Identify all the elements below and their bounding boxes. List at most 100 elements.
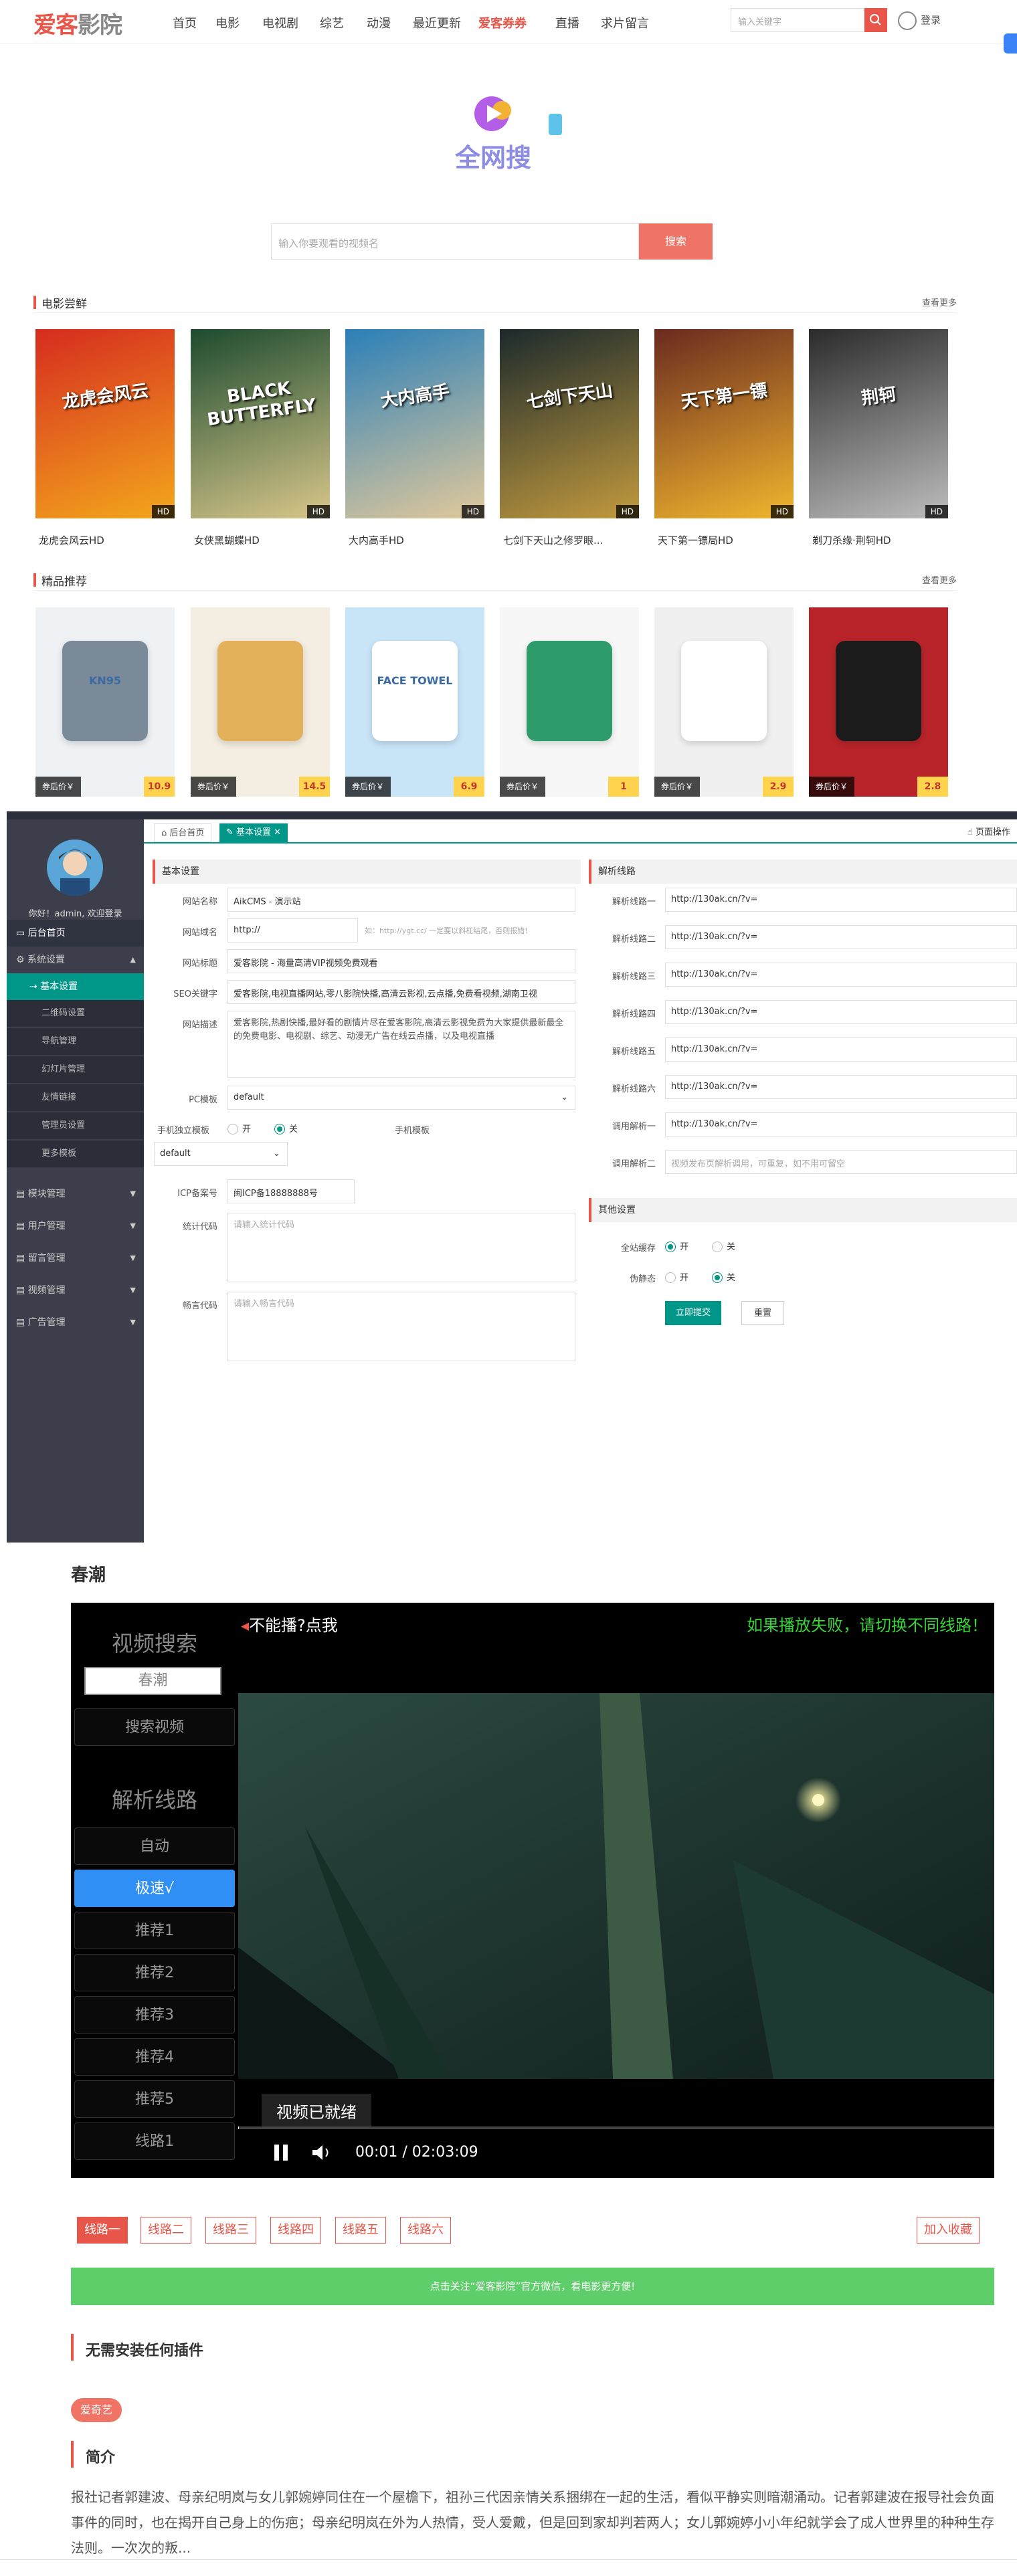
line-button[interactable]: 线路四: [270, 2217, 321, 2244]
wechat-notice-bar[interactable]: 点击关注“爱客影院”官方微信，看电影更方便!: [71, 2268, 994, 2305]
site-title-field[interactable]: 爱客影院 - 海量高清VIP视频免费观看: [227, 949, 575, 973]
parse-line-field[interactable]: http://130ak.cn/?v=: [665, 888, 1017, 912]
icp-field[interactable]: 闽ICP备18888888号: [227, 1179, 355, 1203]
parse-line-field[interactable]: http://130ak.cn/?v=: [665, 925, 1017, 949]
nav-item[interactable]: 动漫: [367, 14, 391, 31]
cant-play-link[interactable]: ◂不能播?点我: [241, 1612, 338, 1636]
sidebar-group[interactable]: ▤ 视频管理 ▼: [7, 1277, 144, 1304]
video-search-button[interactable]: 搜索: [639, 223, 713, 260]
reset-button[interactable]: 重置: [741, 1301, 785, 1325]
video-search-input[interactable]: 输入你要观看的视频名: [271, 223, 639, 260]
movie-poster[interactable]: 荆轲 HD: [809, 329, 948, 518]
nav-item[interactable]: 直播: [555, 14, 579, 31]
sidebar-item-system[interactable]: ⚙ 系统设置 ▲: [7, 947, 144, 973]
desc-field[interactable]: 爱客影院,热剧快播,最好看的剧情片尽在爱客影院,高清云影视免费为大家提供最新最全…: [227, 1011, 575, 1078]
login-link[interactable]: 登录: [898, 8, 941, 32]
site-name-field[interactable]: AikCMS - 演示站: [227, 888, 575, 912]
side-float-tab[interactable]: [1004, 33, 1017, 54]
sidebar-subitem[interactable]: 友情链接: [7, 1084, 144, 1111]
sidebar-group[interactable]: ▤ 留言管理 ▼: [7, 1245, 144, 1272]
movie-poster[interactable]: BLACK BUTTERFLY HD: [191, 329, 330, 518]
parse-line-option[interactable]: 推荐3: [74, 1996, 235, 2034]
movie-poster[interactable]: 大内高手 HD: [345, 329, 484, 518]
nav-item[interactable]: 综艺: [320, 14, 344, 31]
tab-basic-settings[interactable]: ✎ 基本设置 ✕: [219, 823, 288, 842]
product-card[interactable]: 券后价￥ 2.9: [654, 607, 794, 797]
product-card[interactable]: KN95 券后价￥ 10.9: [35, 607, 175, 797]
header-search-button[interactable]: [864, 8, 887, 32]
page-operations[interactable]: ☝ 页面操作: [967, 823, 1010, 842]
nav-item[interactable]: 电影: [215, 14, 240, 31]
mobile-radio-off[interactable]: 关: [274, 1122, 298, 1136]
movie-title[interactable]: 龙虎会风云HD: [39, 533, 104, 547]
pc-tpl-select[interactable]: default ⌄: [227, 1086, 575, 1110]
source-tag[interactable]: 爱奇艺: [71, 2398, 122, 2422]
header-search-input[interactable]: 输入关键字: [731, 8, 864, 32]
parse-line-option[interactable]: 线路1: [74, 2122, 235, 2160]
nav-item[interactable]: 爱客券券: [478, 14, 527, 31]
pause-icon[interactable]: [272, 2143, 292, 2163]
parse-line-field[interactable]: 视频发布页解析调用，可重复，如不用可留空: [665, 1150, 1017, 1174]
close-icon[interactable]: ✕: [271, 827, 281, 837]
movie-poster[interactable]: 七剑下天山 HD: [500, 329, 639, 518]
movie-title[interactable]: 剃刀杀缘·荆轲HD: [812, 533, 891, 547]
cache-radio-off[interactable]: 关: [712, 1240, 735, 1254]
line-button[interactable]: 线路一: [77, 2217, 128, 2244]
line-button[interactable]: 线路六: [400, 2217, 451, 2244]
sidebar-subitem[interactable]: 二维码设置: [7, 1000, 144, 1027]
nav-item[interactable]: 电视剧: [262, 14, 298, 31]
parse-line-field[interactable]: http://130ak.cn/?v=: [665, 963, 1017, 987]
panel-search-input[interactable]: 春潮: [84, 1667, 221, 1695]
sidebar-subitem[interactable]: 导航管理: [7, 1028, 144, 1055]
sidebar-subitem[interactable]: 更多模板: [7, 1141, 144, 1167]
pseudo-radio-off[interactable]: 关: [712, 1270, 735, 1284]
nav-item[interactable]: 最近更新: [413, 14, 461, 31]
sidebar-item-home[interactable]: ▭ 后台首页: [7, 920, 144, 947]
products-more-link[interactable]: 查看更多: [922, 573, 957, 586]
volume-icon[interactable]: [310, 2143, 333, 2163]
nav-item[interactable]: 首页: [173, 14, 197, 31]
parse-line-option[interactable]: 推荐1: [74, 1912, 235, 1949]
sidebar-item-basic[interactable]: ⇢ 基本设置: [7, 973, 144, 1000]
mobile-tpl-select[interactable]: default ⌄: [154, 1142, 288, 1166]
nav-item[interactable]: 求片留言: [601, 14, 649, 31]
product-card[interactable]: FACE TOWEL 券后价￥ 6.9: [345, 607, 484, 797]
line-button[interactable]: 线路三: [205, 2217, 256, 2244]
site-logo[interactable]: 爱客影院: [33, 7, 122, 39]
parse-line-field[interactable]: http://130ak.cn/?v=: [665, 1000, 1017, 1024]
sidebar-group[interactable]: ▤ 广告管理 ▼: [7, 1309, 144, 1336]
parse-line-field[interactable]: http://130ak.cn/?v=: [665, 1075, 1017, 1099]
movie-title[interactable]: 七剑下天山之修罗眼...: [503, 533, 603, 547]
video-player[interactable]: ◂不能播?点我 如果播放失败，请切换不同线路！ 视频已就绪 00:01 / 02…: [238, 1603, 994, 2178]
parse-line-field[interactable]: http://130ak.cn/?v=: [665, 1037, 1017, 1062]
panel-search-button[interactable]: 搜索视频: [74, 1708, 235, 1746]
site-url-field[interactable]: http://: [227, 918, 358, 943]
parse-line-option[interactable]: 推荐5: [74, 2080, 235, 2118]
parse-line-option[interactable]: 自动: [74, 1827, 235, 1865]
movie-title[interactable]: 天下第一镖局HD: [658, 533, 733, 547]
parse-line-option[interactable]: 推荐4: [74, 2038, 235, 2076]
movie-title[interactable]: 女侠黑蝴蝶HD: [194, 533, 260, 547]
sidebar-subitem[interactable]: 幻灯片管理: [7, 1056, 144, 1083]
product-card[interactable]: 券后价￥ 2.8: [809, 607, 948, 797]
parse-line-option[interactable]: 极速√: [74, 1870, 235, 1907]
parse-line-option[interactable]: 推荐2: [74, 1954, 235, 1991]
line-button[interactable]: 线路二: [141, 2217, 191, 2244]
sidebar-group[interactable]: ▤ 用户管理 ▼: [7, 1213, 144, 1240]
submit-button[interactable]: 立即提交: [665, 1301, 722, 1325]
union-field[interactable]: 请输入畅言代码: [227, 1292, 575, 1361]
seo-field[interactable]: 爱客影院,电视直播网站,零八影院快播,高清云影视,云点播,免费看视频,湖南卫视: [227, 980, 575, 1004]
movie-poster[interactable]: 龙虎会风云 HD: [35, 329, 175, 518]
movie-title[interactable]: 大内高手HD: [349, 533, 404, 547]
pseudo-radio-on[interactable]: 开: [665, 1270, 688, 1284]
stats-field[interactable]: 请输入统计代码: [227, 1213, 575, 1282]
product-card[interactable]: 券后价￥ 14.5: [191, 607, 330, 797]
product-card[interactable]: 券后价￥ 1: [500, 607, 639, 797]
cache-radio-on[interactable]: 开: [665, 1240, 688, 1254]
mobile-radio-on[interactable]: 开: [227, 1122, 251, 1136]
tab-admin-home[interactable]: ⌂ 后台首页: [154, 823, 212, 842]
add-favorite-button[interactable]: 加入收藏: [917, 2217, 980, 2244]
movie-poster[interactable]: 天下第一镖 HD: [654, 329, 794, 518]
movies-more-link[interactable]: 查看更多: [922, 296, 957, 308]
parse-line-field[interactable]: http://130ak.cn/?v=: [665, 1112, 1017, 1136]
